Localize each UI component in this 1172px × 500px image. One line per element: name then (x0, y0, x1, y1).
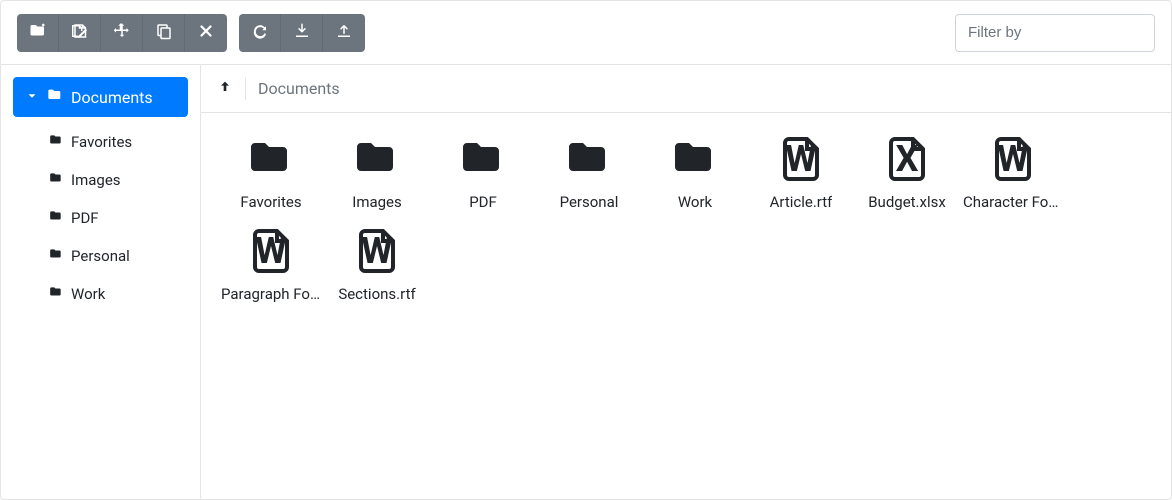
up-button[interactable] (217, 79, 233, 99)
file-icon: W (247, 227, 295, 279)
folder-item[interactable]: Images (325, 129, 429, 217)
tree-root-documents[interactable]: Documents (13, 77, 188, 117)
toolbar-group-file (17, 14, 227, 52)
folder-item[interactable]: Work (643, 129, 747, 217)
folder-item[interactable]: PDF (431, 129, 535, 217)
main-panel: Documents Favorites Images PDF Personal Work… (201, 65, 1171, 499)
tree-item-work[interactable]: Work (45, 275, 188, 313)
folder-icon (565, 135, 613, 187)
folder-icon (459, 135, 507, 187)
svg-text:W: W (997, 138, 1029, 180)
folder-icon (49, 171, 63, 189)
file-icon: X (883, 135, 931, 187)
item-label: Budget.xlsx (868, 193, 946, 211)
tree-item-label: PDF (71, 209, 99, 227)
tree-item-label: Work (71, 285, 105, 303)
folder-icon (49, 247, 63, 265)
delete-button[interactable] (185, 14, 227, 52)
svg-text:W: W (361, 230, 393, 272)
copy-button[interactable] (143, 14, 185, 52)
close-icon (197, 22, 215, 43)
tree-root-label: Documents (71, 88, 153, 107)
download-button[interactable] (281, 14, 323, 52)
breadcrumb-current[interactable]: Documents (258, 79, 340, 98)
item-label: Character Formatting.docx (963, 193, 1063, 211)
tree-item-personal[interactable]: Personal (45, 237, 188, 275)
file-item[interactable]: W Paragraph Formatting.docx (219, 221, 323, 309)
breadcrumb: Documents (201, 65, 1171, 113)
item-label: PDF (469, 193, 497, 211)
toolbar-group-transfer (239, 14, 365, 52)
item-label: Work (678, 193, 712, 211)
move-button[interactable] (101, 14, 143, 52)
folder-item[interactable]: Favorites (219, 129, 323, 217)
tree-item-images[interactable]: Images (45, 161, 188, 199)
copy-icon (155, 22, 173, 43)
breadcrumb-separator (245, 78, 246, 100)
body: Documents Favorites Images PDF Personal (1, 65, 1171, 499)
item-label: Sections.rtf (338, 285, 415, 303)
item-label: Images (352, 193, 402, 211)
svg-text:X: X (896, 138, 919, 180)
download-icon (293, 22, 311, 43)
tree-item-favorites[interactable]: Favorites (45, 123, 188, 161)
file-icon: W (989, 135, 1037, 187)
folder-plus-icon (29, 22, 47, 43)
item-label: Article.rtf (770, 193, 833, 211)
svg-text:W: W (785, 138, 817, 180)
toolbar (1, 1, 1171, 65)
file-icon: W (777, 135, 825, 187)
tree-item-label: Personal (71, 247, 130, 265)
file-item[interactable]: W Character Formatting.docx (961, 129, 1065, 217)
tree-item-label: Favorites (71, 133, 132, 151)
chevron-down-icon (25, 88, 39, 107)
file-item[interactable]: X Budget.xlsx (855, 129, 959, 217)
file-grid: Favorites Images PDF Personal Work W Article.r… (201, 113, 1171, 325)
tree-item-pdf[interactable]: PDF (45, 199, 188, 237)
move-icon (113, 22, 131, 43)
file-item[interactable]: W Sections.rtf (325, 221, 429, 309)
refresh-button[interactable] (239, 14, 281, 52)
rename-button[interactable] (59, 14, 101, 52)
item-label: Personal (560, 193, 619, 211)
folder-icon (671, 135, 719, 187)
folder-icon (49, 285, 63, 303)
upload-button[interactable] (323, 14, 365, 52)
folder-icon (247, 135, 295, 187)
file-manager: Documents Favorites Images PDF Personal (0, 0, 1172, 500)
folder-icon (353, 135, 401, 187)
tree-children: Favorites Images PDF Personal Work (13, 123, 188, 313)
upload-icon (335, 22, 353, 43)
folder-item[interactable]: Personal (537, 129, 641, 217)
folder-icon (49, 133, 63, 151)
item-label: Paragraph Formatting.docx (221, 285, 321, 303)
file-item[interactable]: W Article.rtf (749, 129, 853, 217)
svg-text:W: W (255, 230, 287, 272)
folder-icon (47, 87, 63, 107)
item-label: Favorites (240, 193, 301, 211)
file-icon: W (353, 227, 401, 279)
sidebar: Documents Favorites Images PDF Personal (1, 65, 201, 499)
file-cursor-icon (69, 22, 91, 43)
refresh-icon (251, 22, 269, 43)
new-folder-button[interactable] (17, 14, 59, 52)
folder-icon (49, 209, 63, 227)
tree-item-label: Images (71, 171, 121, 189)
filter-input[interactable] (955, 14, 1155, 52)
